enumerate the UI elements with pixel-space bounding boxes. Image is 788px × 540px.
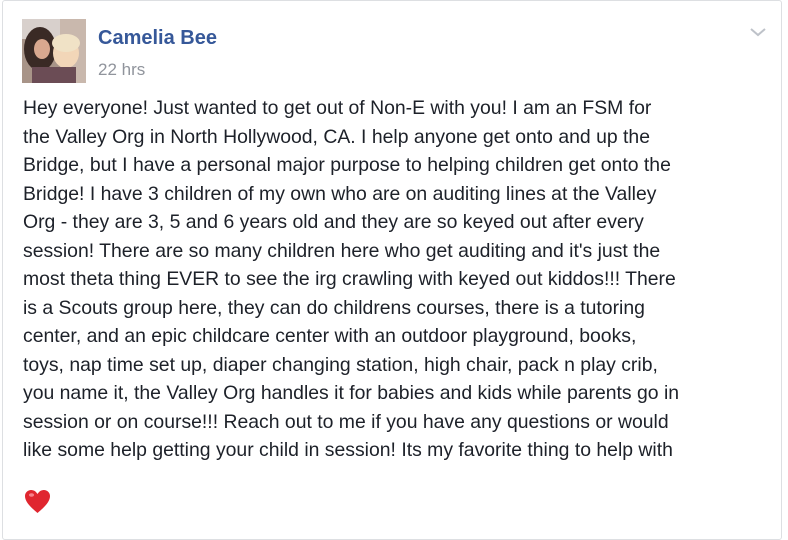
chevron-down-icon[interactable] [747, 23, 769, 41]
post-body-line: Org - they are 3, 5 and 6 years old and … [23, 211, 644, 233]
avatar[interactable] [22, 19, 86, 83]
post-body-line: session! There are so many children here… [23, 239, 661, 262]
post-body-line: the Valley Org in North Hollywood, CA. I… [23, 125, 650, 148]
post-body: Hey everyone! Just wanted to get out of … [23, 94, 771, 465]
post-body-line: toys, nap time set up, diaper changing s… [23, 353, 658, 376]
heart-emoji-icon [24, 489, 51, 514]
post-body-line: most theta thing EVER to see the irg cra… [23, 268, 676, 290]
author-name-link[interactable]: Camelia Bee [98, 27, 217, 50]
post-body-line: Bridge, but I have a personal major purp… [23, 154, 671, 176]
post-body-line: session or on course!!! Reach out to me … [23, 410, 669, 433]
post-body-line: you name it, the Valley Org handles it f… [23, 382, 680, 404]
post-body-line: Hey everyone! Just wanted to get out of … [23, 97, 652, 119]
post-body-line: center, and an epic childcare center wit… [23, 325, 637, 347]
post-body-line: like some help getting your child in ses… [23, 439, 673, 461]
post-timestamp-link[interactable]: 22 hrs [98, 60, 145, 80]
post-body-line: Bridge! I have 3 children of my own who … [23, 182, 657, 205]
post-card: Camelia Bee 22 hrs Hey everyone! Just wa… [2, 0, 782, 540]
post-body-line: is a Scouts group here, they can do chil… [23, 296, 645, 319]
